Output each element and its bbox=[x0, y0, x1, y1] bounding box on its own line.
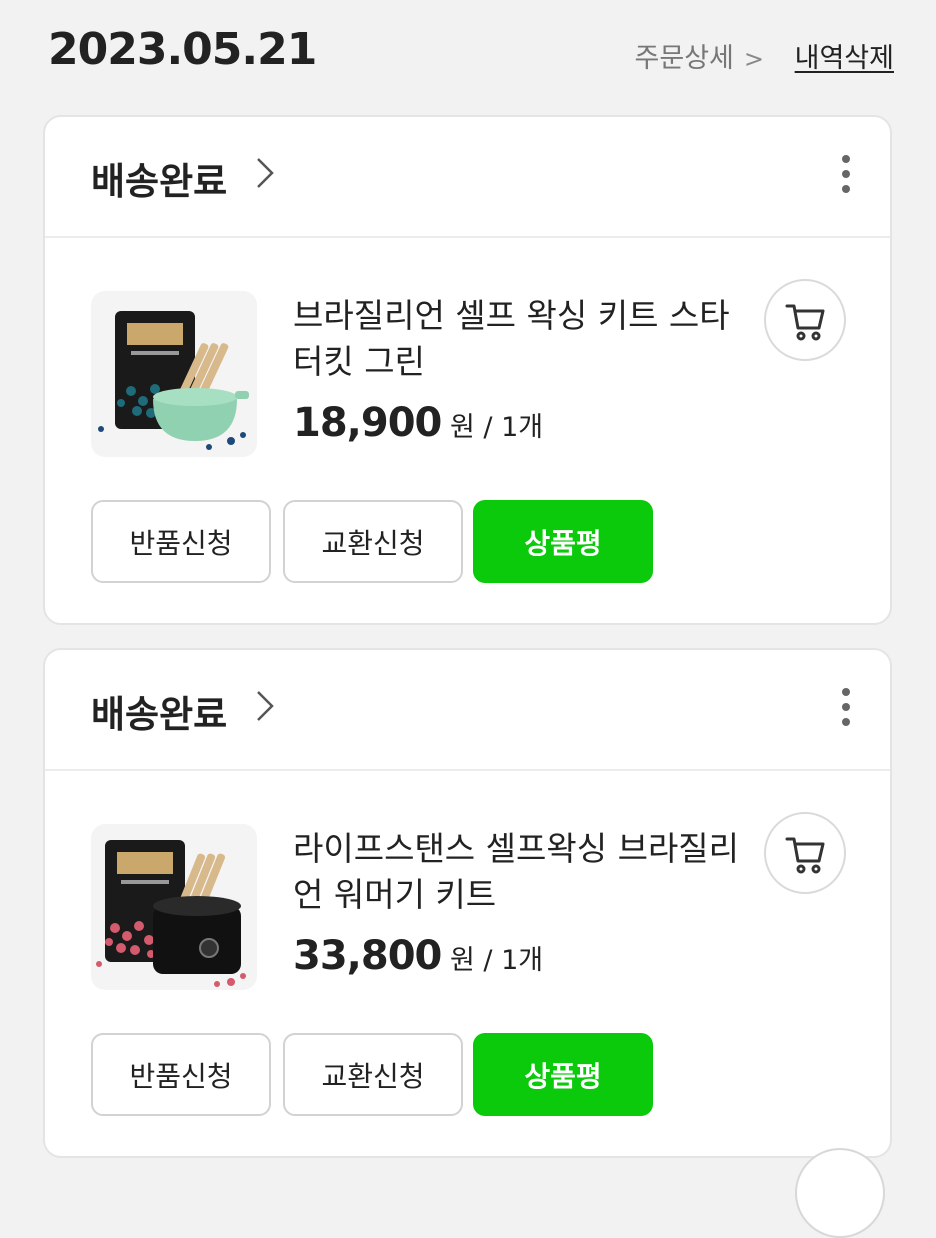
add-to-cart-button[interactable] bbox=[764, 279, 846, 361]
product-price: 18,900 bbox=[293, 400, 442, 446]
product-quantity: / 1개 bbox=[483, 412, 544, 443]
price-unit: 원 bbox=[449, 412, 475, 443]
chevron-right-icon[interactable] bbox=[255, 690, 275, 722]
write-review-button[interactable]: 상품평 bbox=[473, 500, 653, 583]
order-header: 2023.05.21 주문상세 > 내역삭제 bbox=[0, 0, 936, 100]
order-item-card: 배송완료 브라질리언 셀프 왁싱 키트 스타터킷 그린 18,900 원 / 1… bbox=[43, 115, 892, 625]
chevron-right-icon[interactable] bbox=[255, 157, 275, 189]
product-name[interactable]: 라이프스탠스 셀프왁싱 브라질리언 워머기 키트 bbox=[293, 826, 743, 918]
return-request-button[interactable]: 반품신청 bbox=[91, 1033, 271, 1116]
product-image[interactable] bbox=[91, 291, 257, 457]
order-detail-label: 주문상세 bbox=[634, 43, 734, 74]
exchange-request-button[interactable]: 교환신청 bbox=[283, 1033, 463, 1116]
order-item-card: 배송완료 라이프스탠스 셀프왁싱 브라질리언 워머기 키트 33,800 원 /… bbox=[43, 648, 892, 1158]
write-review-button[interactable]: 상품평 bbox=[473, 1033, 653, 1116]
more-vertical-icon[interactable] bbox=[840, 688, 852, 732]
card-header: 배송완료 bbox=[45, 650, 890, 771]
delivery-status[interactable]: 배송완료 bbox=[91, 151, 227, 205]
card-header: 배송완료 bbox=[45, 117, 890, 238]
order-date: 2023.05.21 bbox=[48, 24, 317, 75]
cart-icon bbox=[785, 304, 825, 341]
product-name[interactable]: 브라질리언 셀프 왁싱 키트 스타터킷 그린 bbox=[293, 293, 743, 385]
delivery-status[interactable]: 배송완료 bbox=[91, 684, 227, 738]
cart-icon bbox=[785, 837, 825, 874]
more-vertical-icon[interactable] bbox=[840, 155, 852, 199]
return-request-button[interactable]: 반품신청 bbox=[91, 500, 271, 583]
exchange-request-button[interactable]: 교환신청 bbox=[283, 500, 463, 583]
product-quantity: / 1개 bbox=[483, 945, 544, 976]
scroll-to-top-button[interactable] bbox=[795, 1148, 885, 1238]
chevron-right-icon: > bbox=[743, 45, 764, 73]
product-price: 33,800 bbox=[293, 933, 442, 979]
price-unit: 원 bbox=[449, 945, 475, 976]
delete-history-link[interactable]: 내역삭제 bbox=[795, 36, 894, 75]
order-detail-link[interactable]: 주문상세 > bbox=[635, 36, 764, 75]
price-line: 18,900 원 / 1개 bbox=[293, 400, 543, 446]
add-to-cart-button[interactable] bbox=[764, 812, 846, 894]
product-image[interactable] bbox=[91, 824, 257, 990]
price-line: 33,800 원 / 1개 bbox=[293, 933, 543, 979]
